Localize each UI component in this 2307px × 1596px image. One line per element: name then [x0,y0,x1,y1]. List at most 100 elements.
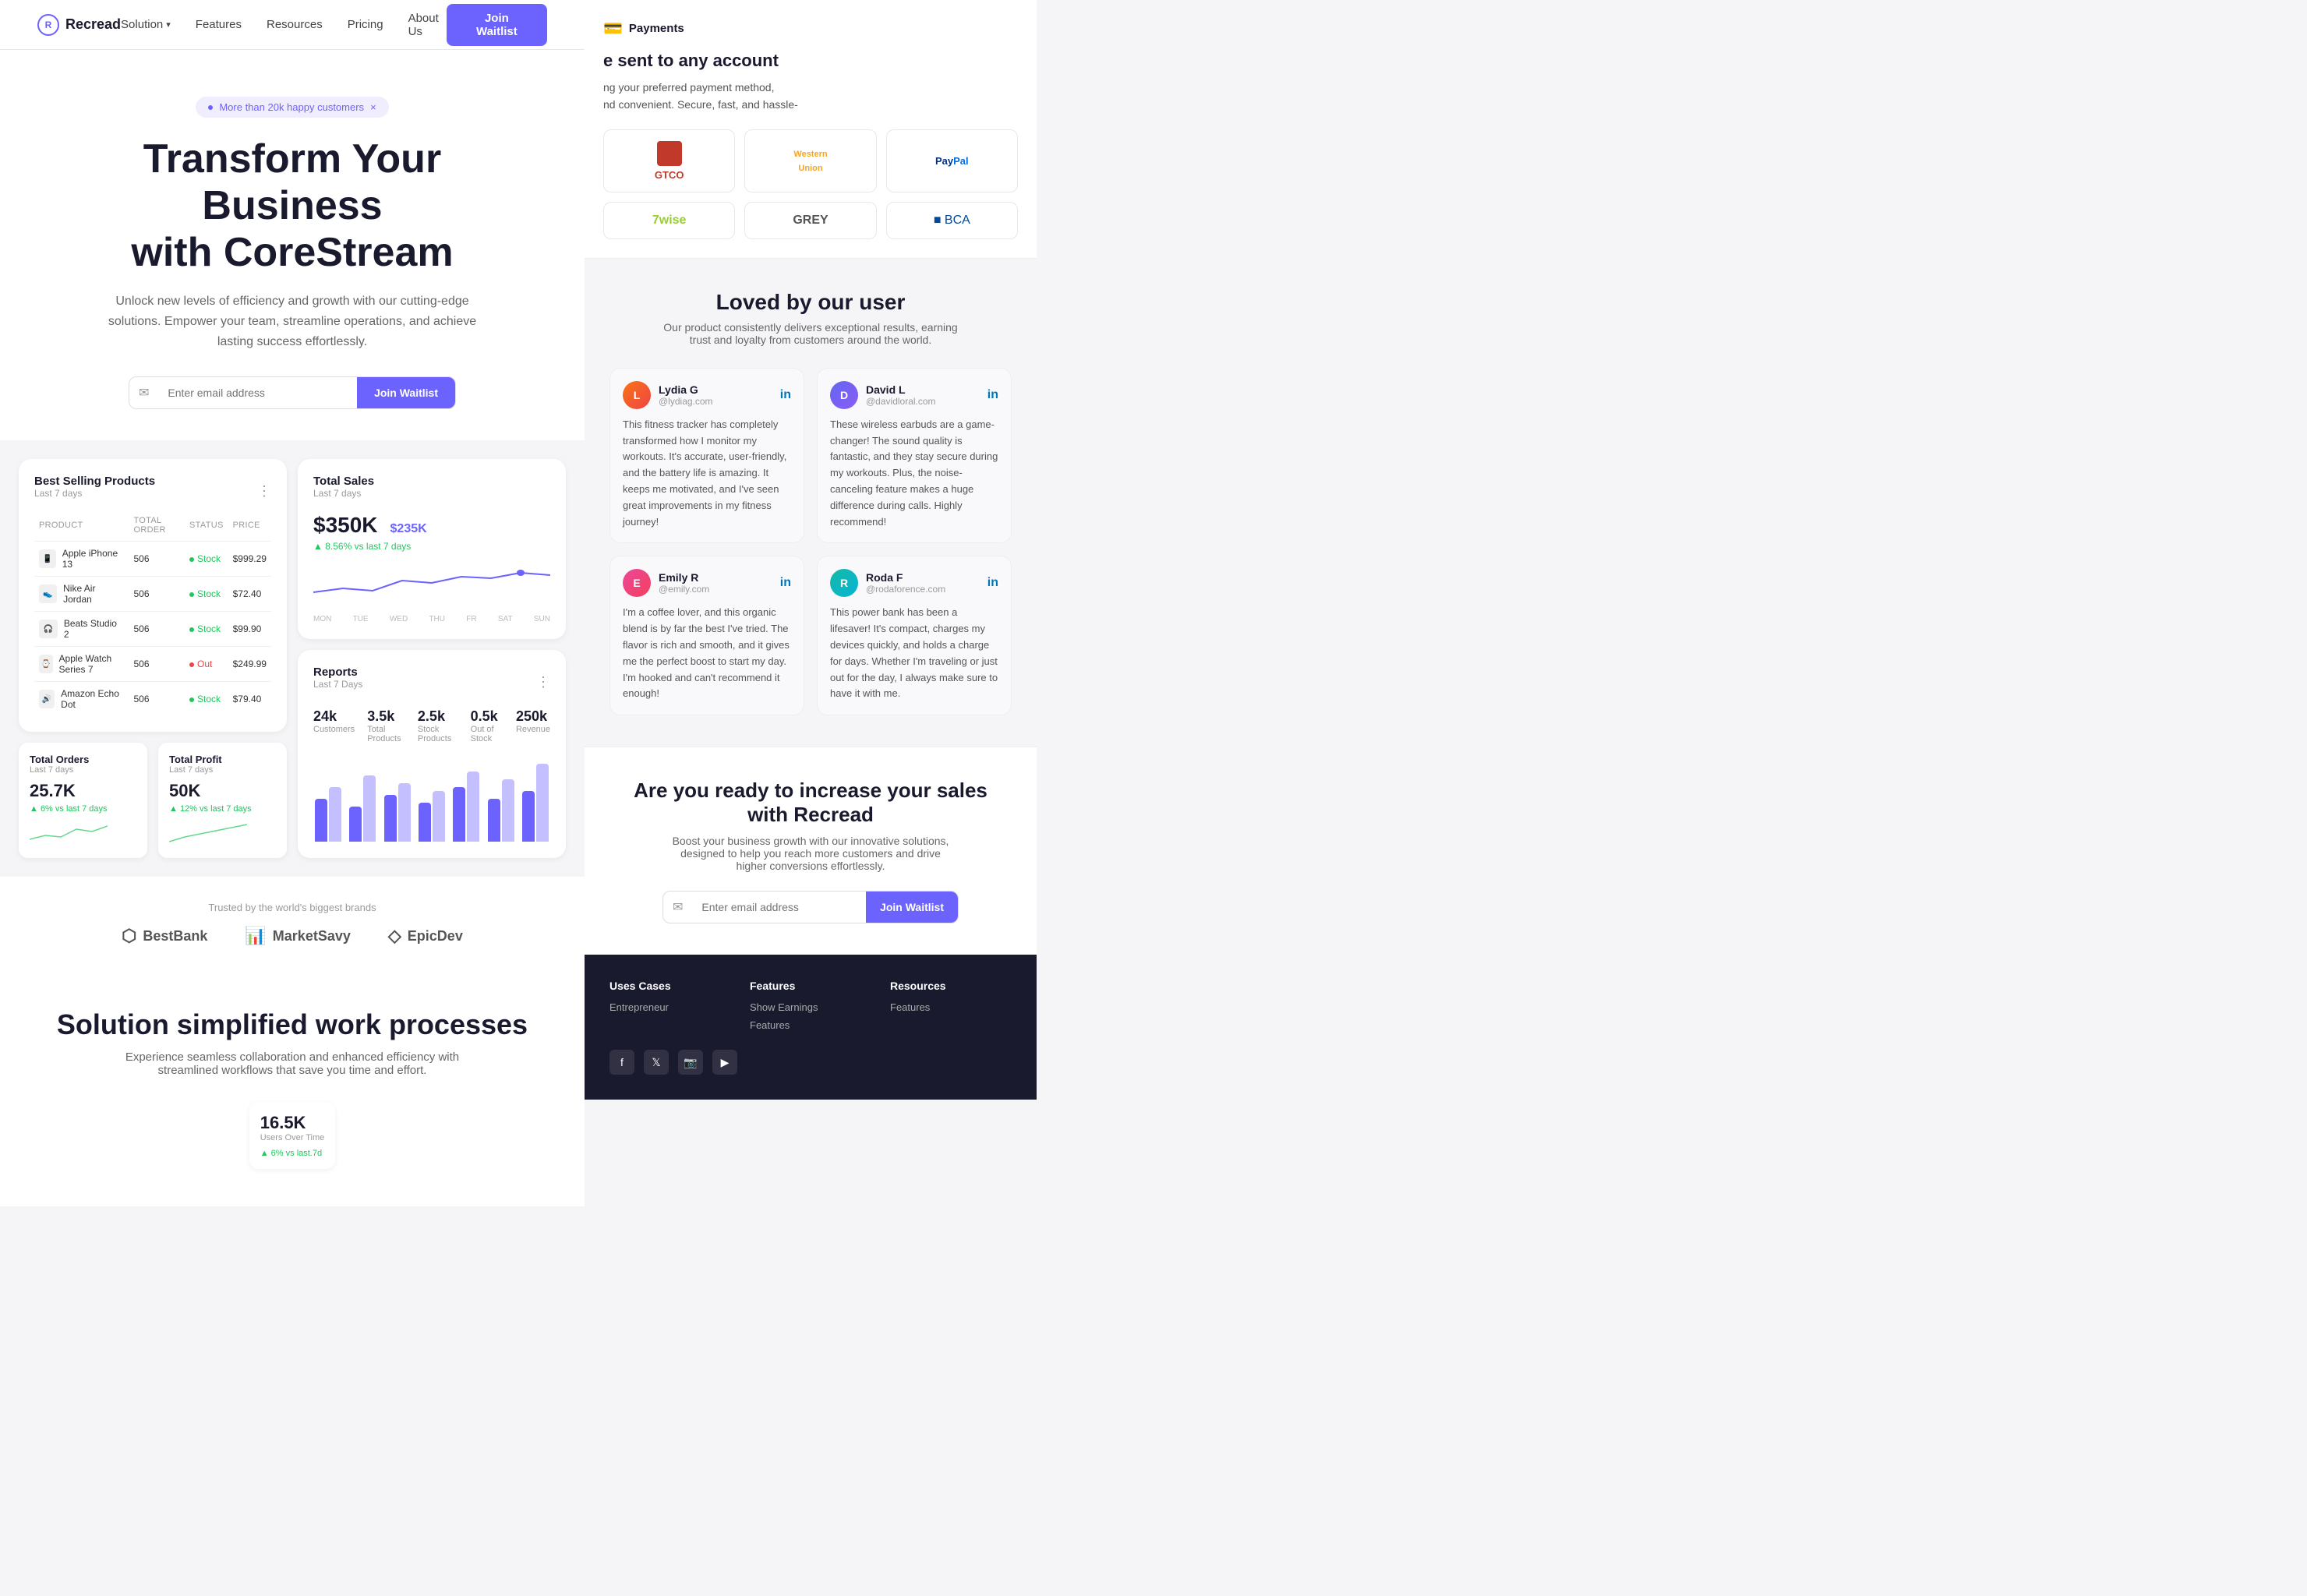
footer-grid: Uses Cases Entrepreneur Features Show Earni… [609,980,1012,1037]
profit-title: Total Profit [169,754,276,765]
nav-links: Solution ▾ Features Resources Pricing Ab… [121,12,447,38]
solution-title: Solution simplified work processes [31,1008,553,1041]
footer-link[interactable]: Show Earnings [750,1001,871,1013]
user-handle: @davidloral.com [866,396,936,407]
testimonial-card: R Roda F @rodaforence.com in This power … [817,556,1012,715]
orders-growth: ▲ 6% vs last 7 days [30,804,136,814]
footer-link[interactable]: Features [890,1001,1012,1013]
testimonial-text: These wireless earbuds are a game-change… [830,417,998,531]
instagram-icon[interactable]: 📷 [678,1050,703,1075]
email-icon: ✉ [129,385,155,401]
badge-close-icon[interactable]: × [370,101,376,113]
nav-features[interactable]: Features [196,18,242,31]
avatar: L [623,381,651,409]
hero-email-input[interactable] [155,377,357,408]
avatar: E [623,569,651,597]
social-icons: f 𝕏 📷 ▶ [609,1050,1012,1075]
hero-description: Unlock new levels of efficiency and grow… [97,291,487,351]
total-profit-card: Total Profit Last 7 days 50K ▲ 12% vs la… [158,743,287,858]
reports-stats: 24kCustomers3.5kTotal Products2.5kStock … [313,708,550,743]
solution-description: Experience seamless collaboration and en… [105,1050,479,1077]
avatar: D [830,381,858,409]
cta-submit-button[interactable]: Join Waitlist [866,892,958,923]
payment-wise: 7wise [603,202,735,239]
dashboard-section: Best Selling Products Last 7 days ⋮ PROD… [0,440,585,877]
table-row: 🔊Amazon Echo Dot 506 Stock $79.40 [34,682,271,717]
sales-chart [313,561,550,608]
twitter-x-icon[interactable]: 𝕏 [644,1050,669,1075]
chart-days: MONTUEWEDTHUFRSATSUN [313,615,550,623]
logo-icon: R [37,14,59,36]
bar-group [383,783,412,842]
sales-card-title: Total Sales [313,475,374,488]
payments-icon: 💳 [603,19,623,38]
stat-item: 24kCustomers [313,708,355,743]
nav-solution[interactable]: Solution ▾ [121,18,171,31]
hero-section: More than 20k happy customers × Transfor… [0,50,585,440]
orders-chart [30,820,108,843]
sales-growth: ▲ 8.56% vs last 7 days [313,541,550,552]
navbar: R Recread Solution ▾ Features Resources … [0,0,585,50]
bar-light [398,783,411,842]
reports-menu-icon[interactable]: ⋮ [536,674,550,690]
reports-subtitle: Last 7 Days [313,679,362,690]
testimonials-description: Our product consistently delivers except… [662,321,959,346]
sales-amount: $350K [313,513,378,538]
products-card-title: Best Selling Products [34,475,155,488]
footer-link[interactable]: Entrepreneur [609,1001,731,1013]
table-row: ⌚Apple Watch Series 7 506 Out $249.99 [34,647,271,682]
bar-light [433,791,445,842]
sales-prev-amount: $235K [390,522,427,536]
brand-logo[interactable]: R Recread [37,14,121,36]
bar-group [451,772,481,842]
linkedin-icon: in [987,388,998,402]
brands-label: Trusted by the world's biggest brands [31,902,553,913]
testimonial-text: This fitness tracker has completely tran… [623,417,791,531]
user-name: Roda F [866,571,945,584]
facebook-icon[interactable]: f [609,1050,634,1075]
user-name: Lydia G [659,383,713,396]
brands-list: ⬡ BestBank 📊 MarketSavy ◇ EpicDev [31,926,553,946]
solution-stat-value: 16.5K [260,1113,325,1133]
payment-paypal: PayPal [886,129,1018,192]
products-menu-icon[interactable]: ⋮ [257,483,271,500]
nav-resources[interactable]: Resources [267,18,323,31]
orders-profit-row: Total Orders Last 7 days 25.7K ▲ 6% vs l… [19,743,287,858]
bar-dark [315,799,327,842]
product-icon: 📱 [39,549,56,568]
payments-title: Payments [629,22,684,35]
testimonial-text: This power bank has been a lifesaver! It… [830,605,998,702]
payments-send-title: e sent to any account [603,51,1018,71]
footer-col-title: Uses Cases [609,980,731,992]
linkedin-icon: in [780,576,791,590]
bar-group [417,791,447,842]
nav-pricing[interactable]: Pricing [348,18,383,31]
footer-link[interactable]: Features [750,1019,871,1031]
nav-cta-button[interactable]: Join Waitlist [447,4,547,46]
bar-dark [419,803,431,842]
cta-email-input[interactable] [689,892,866,923]
profit-chart [169,820,247,843]
payment-gtco: GTCO [603,129,735,192]
testimonial-card: E Emily R @emily.com in I'm a coffee lov… [609,556,804,715]
reports-title: Reports [313,666,362,679]
bar-group [521,764,550,842]
nav-about[interactable]: About Us [408,12,447,38]
testimonial-card: D David L @davidloral.com in These wirel… [817,368,1012,544]
epicdev-icon: ◇ [388,926,401,946]
bar-light [536,764,549,842]
table-row: 📱Apple iPhone 13 506 Stock $999.29 [34,542,271,577]
stat-item: 2.5kStock Products [418,708,458,743]
testimonials-title: Loved by our user [609,290,1012,315]
brands-section: Trusted by the world's biggest brands ⬡ … [0,877,585,971]
testimonial-card: L Lydia G @lydiag.com in This fitness tr… [609,368,804,544]
testimonials-grid: L Lydia G @lydiag.com in This fitness tr… [609,368,1012,715]
testimonial-text: I'm a coffee lover, and this organic ble… [623,605,791,702]
avatar: R [830,569,858,597]
hero-cta-button[interactable]: Join Waitlist [357,377,455,408]
profit-subtitle: Last 7 days [169,765,276,775]
hero-form: ✉ Join Waitlist [129,376,456,409]
youtube-icon[interactable]: ▶ [712,1050,737,1075]
footer-column: FeaturesShow EarningsFeatures [750,980,871,1037]
marketsavy-icon: 📊 [245,926,266,946]
